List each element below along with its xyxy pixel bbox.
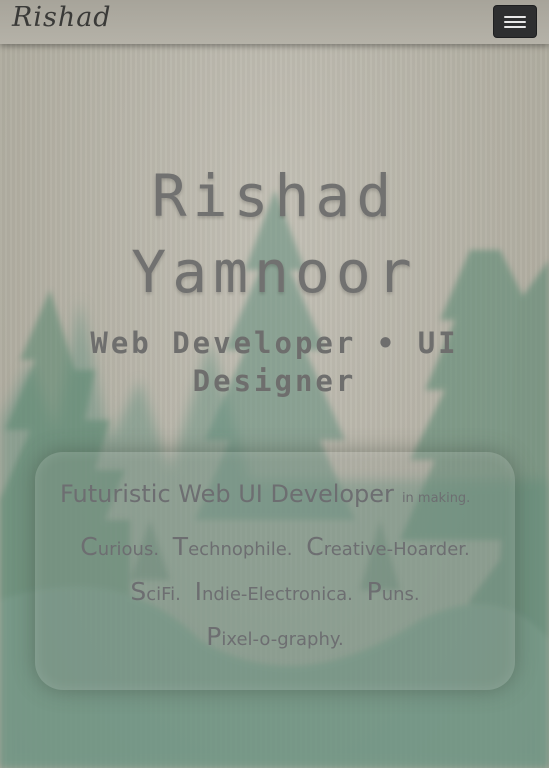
hero-name-last: Yamnoor [131,238,418,306]
card-title: Futuristic Web UI Developer in making. [60,480,500,508]
menu-toggle-button[interactable] [493,5,537,38]
trait-text: urious. [97,539,160,560]
trait-text: ixel-o-graphy. [221,629,344,650]
trait-initial: T [172,532,189,561]
trait-item: Technophile. [173,532,293,561]
trait-item: SciFi. [130,577,181,606]
trait-initial: C [80,532,98,561]
trait-initial: P [206,622,222,651]
trait-item: Creative-Hoarder. [306,532,470,561]
trait-item: Pixel-o-graphy. [206,622,344,651]
trait-item: Puns. [367,577,420,606]
hero-name: Rishad Yamnoor [0,158,549,310]
trait-initial: P [366,577,382,606]
trait-initial: S [130,577,147,606]
brand-logo[interactable]: Rishad [12,2,112,33]
trait-item: Indie-Electronica. [195,577,353,606]
trait-text: ndie-Electronica. [202,584,353,605]
trait-text: uns. [381,584,420,605]
hero-role: Web Developer • UI Designer [60,324,489,400]
hamburger-menu-icon [504,26,526,28]
card-title-subtitle: in making. [401,491,471,506]
hamburger-menu-icon [504,21,526,23]
hero-role-line2: Designer [192,364,357,398]
trait-text: ciFi. [146,584,181,605]
trait-initial: C [306,532,324,561]
hero-role-line1: Web Developer • UI [90,326,459,360]
intro-card: Futuristic Web UI Developer in making. Cu… [35,452,515,690]
card-title-main: Futuristic Web UI Developer [60,480,394,508]
traits-list: Curious. Technophile. Creative-Hoarder. … [55,526,495,661]
trait-initial: I [194,577,203,606]
trait-text: reative-Hoarder. [323,539,470,560]
navbar: Rishad [0,0,549,44]
hamburger-menu-icon [504,16,526,18]
hero-name-first: Rishad [151,162,398,230]
trait-item: Curious. [80,532,160,561]
trait-text: echnophile. [188,539,293,560]
